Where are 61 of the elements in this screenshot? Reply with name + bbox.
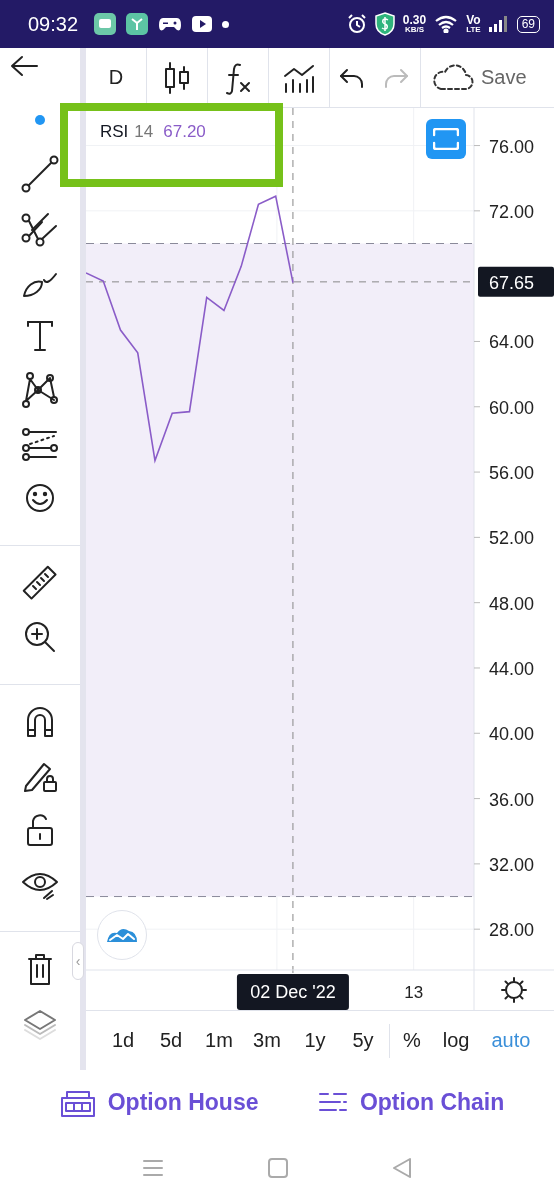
settings-button[interactable] [500, 976, 528, 1004]
dot-icon [222, 20, 230, 28]
date-label: 02 Dec '22 [236, 974, 349, 1010]
fullscreen-button[interactable] [426, 119, 466, 159]
axis-label: 44.00 [489, 658, 535, 679]
scale-toggle[interactable]: log [431, 1029, 481, 1052]
range-tab[interactable]: 3m [243, 1029, 291, 1052]
ruler-icon [20, 563, 60, 603]
indicator-name: RSI [100, 122, 129, 142]
back-icon [392, 1156, 413, 1179]
clock: 09:32 [28, 12, 79, 36]
range-tab[interactable]: 1m [195, 1029, 243, 1052]
logo-button[interactable] [97, 910, 147, 960]
shield-icon [374, 12, 395, 36]
indicator-value: 67.20 [163, 122, 206, 142]
wifi-icon [434, 15, 459, 33]
settings-icon [500, 976, 528, 1004]
axis-label: 64.00 [489, 332, 535, 353]
gamepad-icon [158, 15, 183, 33]
axis-label: 32.00 [489, 854, 535, 875]
axis-label: 13 [404, 983, 424, 1002]
alarm-icon [346, 14, 367, 34]
fullscreen-icon [433, 128, 459, 150]
x-tick-label: 02 Dec '22 [250, 982, 336, 1002]
volte-label: Vo [466, 14, 481, 26]
cloud-icon [431, 62, 475, 93]
axis-label: 36.00 [489, 789, 535, 810]
price-label: 67.65 [478, 266, 554, 297]
speed-unit: KB/S [404, 26, 424, 34]
trend-line-icon [20, 154, 60, 194]
battery-level: 69 [521, 16, 535, 31]
axis-label: 52.00 [489, 528, 535, 549]
option-button[interactable]: Option House [59, 1087, 259, 1118]
back-arrow-icon [8, 53, 40, 78]
menu-icon [141, 1158, 164, 1177]
option-button[interactable]: Option Chain [317, 1089, 505, 1116]
signal-icon [488, 16, 509, 32]
ref-line-label: 67.65 [489, 272, 535, 293]
interval-button[interactable]: D [86, 48, 147, 107]
axis-label: 28.00 [489, 920, 535, 941]
pattern-icon [20, 370, 60, 410]
scale-toggle[interactable]: % [392, 1029, 432, 1052]
range-tab[interactable]: 1y [291, 1029, 339, 1052]
video-icon [192, 16, 213, 32]
volte-label: LTE [466, 26, 481, 34]
range-tab[interactable]: 5d [147, 1029, 195, 1052]
axis-label: 60.00 [489, 397, 535, 418]
axis-label: 72.00 [489, 201, 535, 222]
app-icon [126, 13, 149, 35]
dot-icon [34, 114, 46, 126]
axis-label: 76.00 [489, 136, 535, 157]
network-speed: 0.30 [402, 14, 427, 26]
axis-label: 40.00 [489, 724, 535, 745]
range-tab[interactable]: 5y [339, 1029, 387, 1052]
axis-label: 56.00 [489, 463, 535, 484]
home-icon [267, 1156, 289, 1179]
axis-label: 48.00 [489, 593, 535, 614]
indicator-length: 14 [134, 122, 154, 142]
chat-app-icon [94, 13, 117, 35]
range-tab[interactable]: 1d [99, 1029, 147, 1052]
save-button[interactable]: Save [421, 48, 527, 107]
